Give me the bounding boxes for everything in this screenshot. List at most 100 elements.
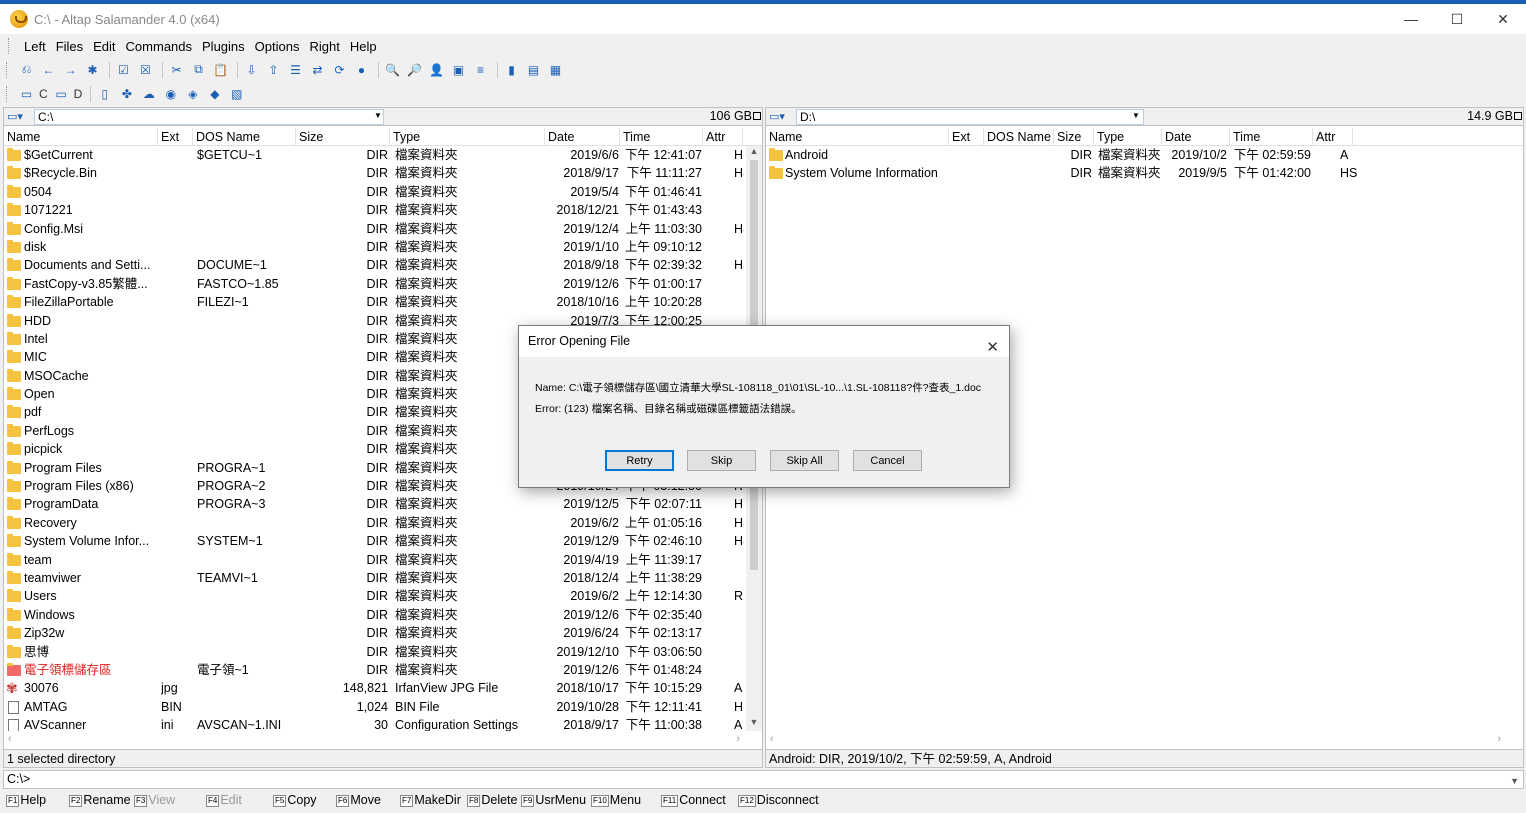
f10-menu-button[interactable]: F10 Menu [591, 793, 641, 807]
cancel-button[interactable]: Cancel [853, 450, 922, 471]
f1-help-button[interactable]: F1 Help [6, 793, 46, 807]
f11-connect-button[interactable]: F11 Connect [661, 793, 726, 807]
file-row[interactable]: AVScanner ini AVSCAN~1.INI 30 Configuration … [4, 716, 746, 731]
f4-edit-button[interactable]: F4 Edit [206, 793, 242, 807]
menu-options[interactable]: Options [250, 39, 305, 54]
refresh-icon[interactable]: ⟳ [330, 60, 349, 79]
menu-left[interactable]: Left [19, 39, 51, 54]
file-row[interactable]: 1071221 DIR 檔案資料夾 2018/12/21 下午 01:43:43 [4, 201, 746, 219]
paste-icon[interactable]: 📋 [211, 60, 230, 79]
col-size[interactable]: Size [1054, 128, 1094, 146]
folder-icon[interactable]: ▮ [502, 60, 521, 79]
menu-commands[interactable]: Commands [121, 39, 197, 54]
file-row[interactable]: System Volume Infor... SYSTEM~1 DIR 檔案資料夾 20… [4, 532, 746, 550]
unpack-icon[interactable]: ⇧ [264, 60, 283, 79]
file-row[interactable]: disk DIR 檔案資料夾 2019/1/10 上午 09:10:12 [4, 238, 746, 256]
drive-d-icon[interactable]: ▭ [52, 84, 71, 103]
unselect-icon[interactable]: ☒ [136, 60, 155, 79]
copy-icon[interactable]: ⧉ [189, 60, 208, 79]
menu-files[interactable]: Files [51, 39, 88, 54]
col-ext[interactable]: Ext [158, 128, 193, 146]
network-neighborhood-icon[interactable]: ✤ [117, 84, 136, 103]
reg-icon[interactable]: ▧ [227, 84, 246, 103]
col-type[interactable]: Type [390, 128, 545, 146]
forward-icon[interactable]: → [61, 60, 80, 79]
col-time[interactable]: Time [620, 128, 703, 146]
col-size[interactable]: Size [296, 128, 390, 146]
col-time[interactable]: Time [1230, 128, 1313, 146]
f2-rename-button[interactable]: F2 Rename [69, 793, 131, 807]
left-horizontal-scrollbar[interactable]: ‹ › [4, 731, 746, 749]
file-row[interactable]: Config.Msi DIR 檔案資料夾 2019/12/4 上午 11:03:30 HS [4, 220, 746, 238]
left-path-dropdown-icon[interactable]: ▼ [374, 111, 382, 120]
drive-d-label[interactable]: D [74, 87, 83, 101]
cut-icon[interactable]: ✂ [167, 60, 186, 79]
file-row[interactable]: FileZillaPortable FILEZI~1 DIR 檔案資料夾 2018/10… [4, 293, 746, 311]
skip-button[interactable]: Skip [687, 450, 756, 471]
right-horizontal-scrollbar[interactable]: ‹ › [766, 731, 1507, 749]
panel-icon[interactable]: ▤ [524, 60, 543, 79]
file-row[interactable]: Recovery DIR 檔案資料夾 2019/6/2 上午 01:05:16 HS [4, 514, 746, 532]
f7-makedir-button[interactable]: F7 MakeDir [400, 793, 461, 807]
f9-usrmenu-button[interactable]: F9 UsrMenu [521, 793, 586, 807]
left-panel-zoom-icon[interactable] [753, 112, 761, 120]
find-icon[interactable]: 🔎 [405, 60, 424, 79]
left-path-field[interactable]: C:\ [34, 109, 384, 125]
file-row[interactable]: Users DIR 檔案資料夾 2019/6/2 上午 12:14:30 R [4, 587, 746, 605]
col-dos-name[interactable]: DOS Name [984, 128, 1054, 146]
left-drive-icon[interactable]: ▭▾ [4, 110, 32, 123]
back-icon[interactable]: ← [39, 60, 58, 79]
f3-view-button[interactable]: F3 View [134, 793, 175, 807]
right-path-dropdown-icon[interactable]: ▼ [1132, 111, 1140, 120]
retry-button[interactable]: Retry [605, 450, 674, 471]
menu-help[interactable]: Help [345, 39, 382, 54]
col-date[interactable]: Date [1162, 128, 1230, 146]
file-row[interactable]: ✾ 30076 jpg 148,821 IrfanView JPG File 2018/1… [4, 679, 746, 697]
scroll-left-icon[interactable]: ‹ [770, 733, 774, 745]
command-history-icon[interactable]: ▼ [1510, 773, 1519, 790]
col-attr[interactable]: Attr [1313, 128, 1353, 146]
file-row[interactable]: teamviwer TEAMVI~1 DIR 檔案資料夾 2018/12/4 上午 11:… [4, 569, 746, 587]
maximize-button[interactable]: ☐ [1434, 4, 1480, 34]
drive-c-icon[interactable]: ▭ [17, 84, 36, 103]
right-drive-icon[interactable]: ▭▾ [766, 110, 794, 123]
hot-paths-icon[interactable]: ✱ [83, 60, 102, 79]
col-date[interactable]: Date [545, 128, 620, 146]
documents-icon[interactable]: ▯ [95, 84, 114, 103]
scroll-right-icon[interactable]: › [736, 733, 740, 745]
right-panel-zoom-icon[interactable] [1514, 112, 1522, 120]
col-attr[interactable]: Attr [703, 128, 743, 146]
dialog-close-icon[interactable]: ✕ [986, 332, 999, 363]
file-row[interactable]: 電子領標儲存區 電子領~1 DIR 檔案資料夾 2019/12/6 下午 01:48:24 [4, 661, 746, 679]
file-row[interactable]: Documents and Setti... DOCUME~1 DIR 檔案資料夾 20… [4, 256, 746, 274]
find-files-icon[interactable]: 🔍 [383, 60, 402, 79]
col-name[interactable]: Name [766, 128, 949, 146]
file-row[interactable]: Zip32w DIR 檔案資料夾 2019/6/24 下午 02:13:17 [4, 624, 746, 642]
file-row[interactable]: $Recycle.Bin DIR 檔案資料夾 2018/9/17 下午 11:11:27… [4, 164, 746, 182]
col-dos-name[interactable]: DOS Name [193, 128, 296, 146]
file-row[interactable]: FastCopy-v3.85繁體... FASTCO~1.85 DIR 檔案資料夾 20… [4, 275, 746, 293]
select-icon[interactable]: ☑ [114, 60, 133, 79]
tag-icon[interactable]: ● [352, 60, 371, 79]
drive-c-label[interactable]: C [39, 87, 48, 101]
file-row[interactable]: 思博 DIR 檔案資料夾 2019/12/10 下午 03:06:50 [4, 643, 746, 661]
f12-disconnect-button[interactable]: F12 Disconnect [738, 793, 819, 807]
right-path-field[interactable]: D:\ [796, 109, 1144, 125]
close-button[interactable]: ✕ [1480, 4, 1526, 34]
skip-all-button[interactable]: Skip All [770, 450, 839, 471]
file-row[interactable]: System Volume Information DIR 檔案資料夾 2019/9/… [766, 164, 1507, 182]
parent-dir-icon[interactable]: ⎌ [17, 60, 36, 79]
col-type[interactable]: Type [1094, 128, 1162, 146]
file-row[interactable]: $GetCurrent $GETCU~1 DIR 檔案資料夾 2019/6/6 下午 12… [4, 146, 746, 164]
scroll-left-icon[interactable]: ‹ [8, 733, 12, 745]
file-row[interactable]: AMTAG BIN 1,024 BIN File 2019/10/28 下午 12:11:… [4, 698, 746, 716]
webdav-icon[interactable]: ◆ [205, 84, 224, 103]
file-row[interactable]: ProgramData PROGRA~3 DIR 檔案資料夾 2019/12/5 下午 0… [4, 495, 746, 513]
minimize-button[interactable]: — [1388, 4, 1434, 34]
file-row[interactable]: Android DIR 檔案資料夾 2019/10/2 下午 02:59:59 A [766, 146, 1507, 164]
f5-copy-button[interactable]: F5 Copy [273, 793, 317, 807]
f8-delete-button[interactable]: F8 Delete [467, 793, 517, 807]
command-line[interactable]: C:\> ▼ [3, 770, 1524, 789]
sftp-icon[interactable]: ◈ [183, 84, 202, 103]
ftp-icon[interactable]: ◉ [161, 84, 180, 103]
